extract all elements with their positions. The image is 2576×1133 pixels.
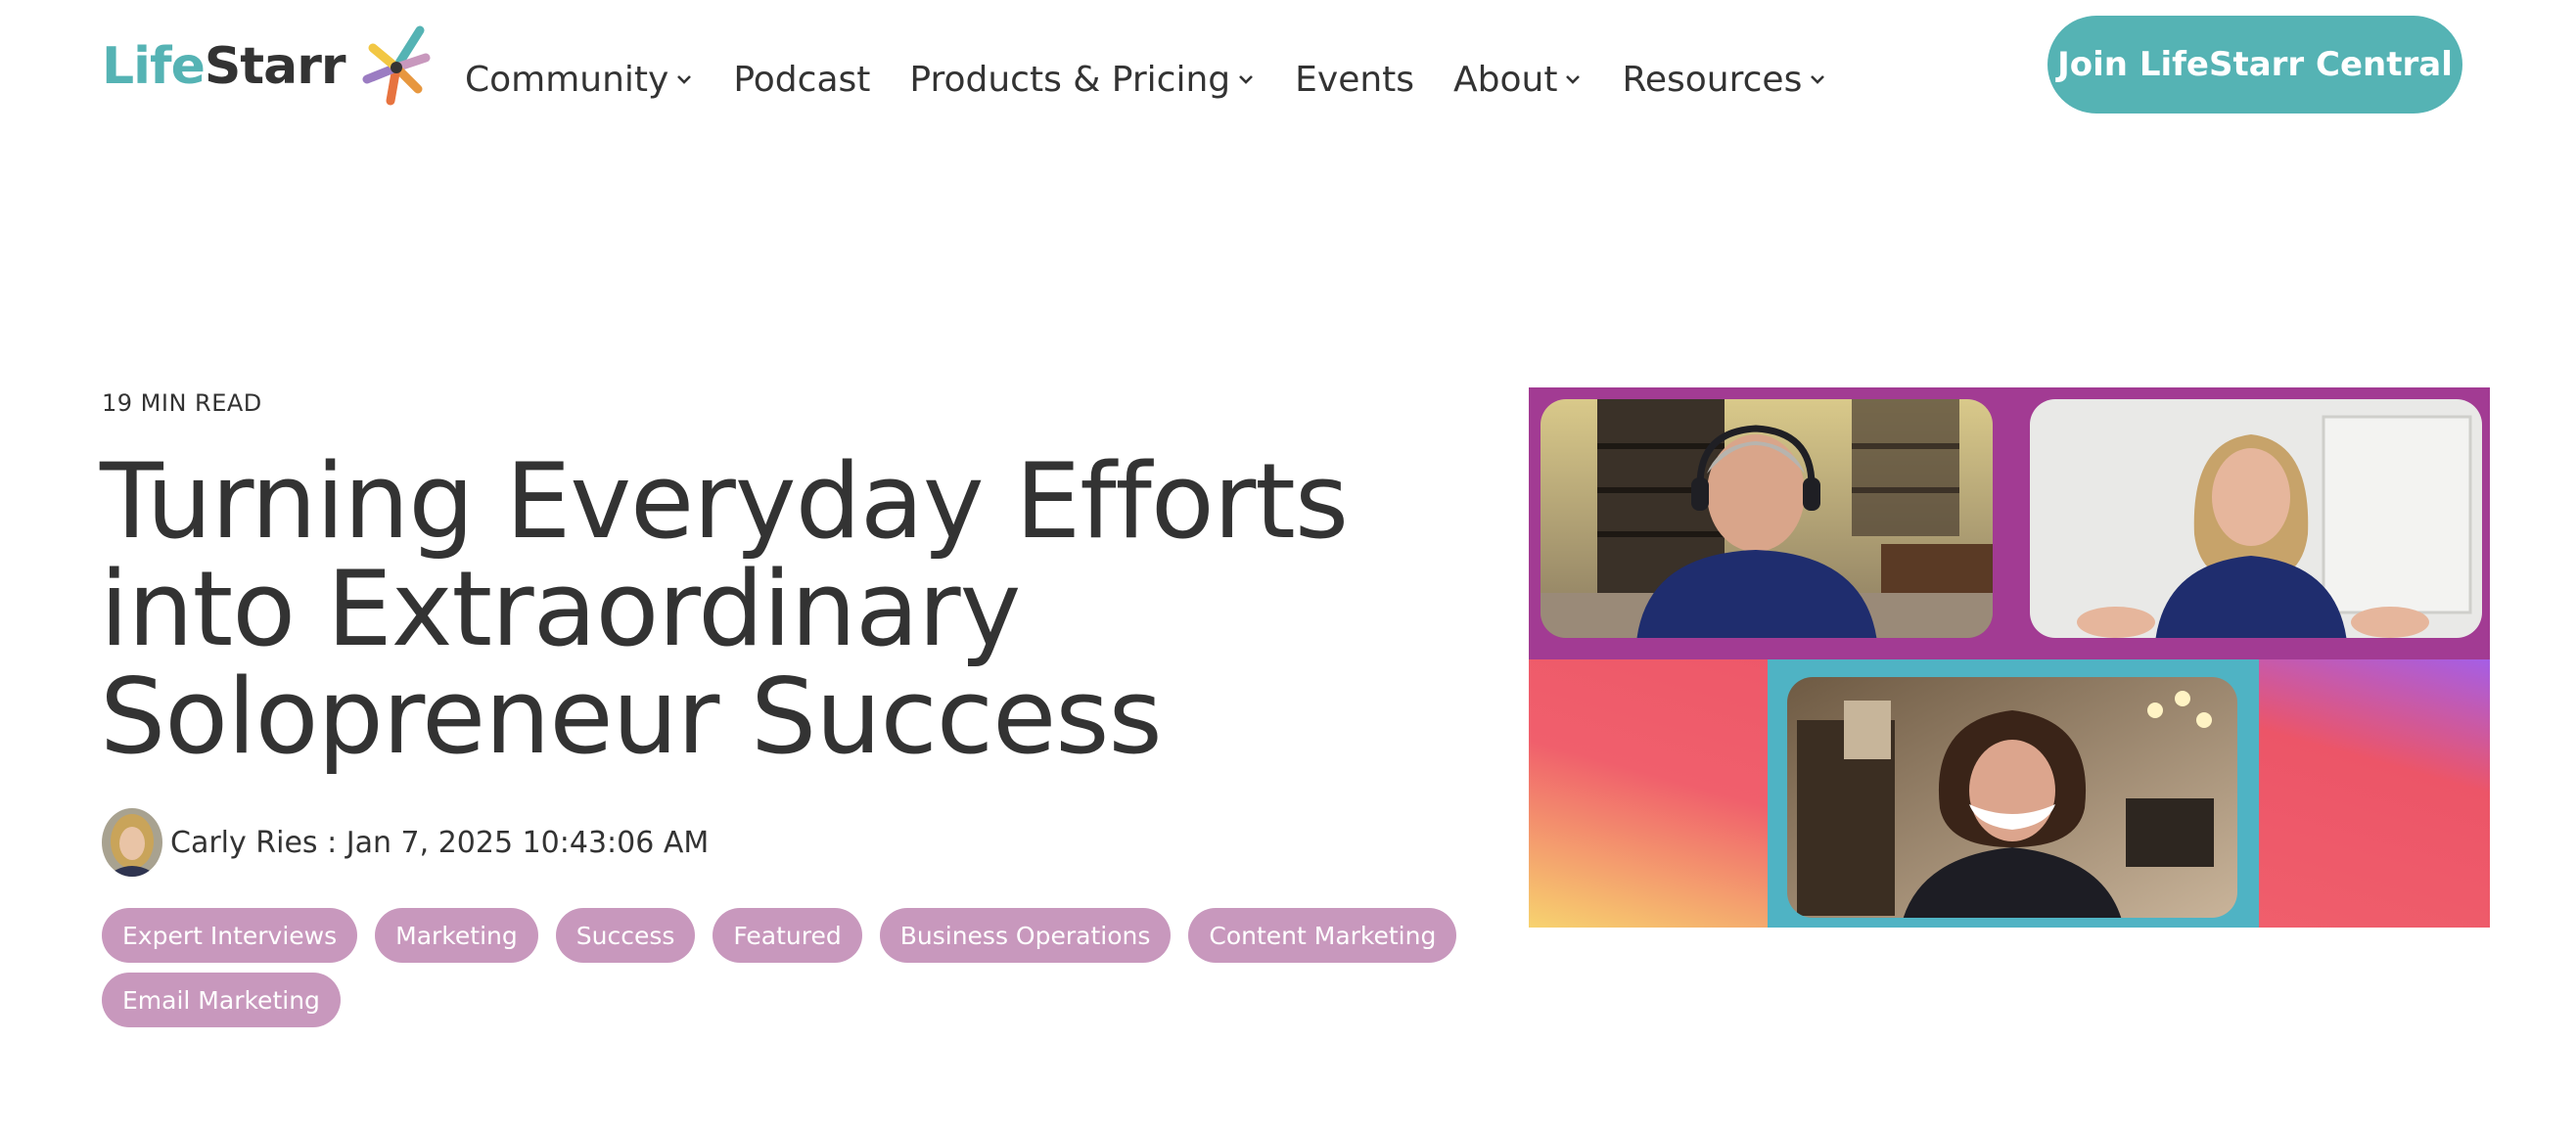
tag-featured[interactable]: Featured <box>713 908 862 963</box>
article-title: Turning Everyday Efforts into Extraordin… <box>100 441 1349 777</box>
logo-wordmark-starr: Starr <box>204 37 346 96</box>
logo-wordmark-life: Life <box>102 37 206 96</box>
chevron-down-icon <box>1811 75 1825 84</box>
main-nav: Community Podcast Products & Pricing Eve… <box>465 49 1866 110</box>
site-header: LifeStarr Community Podcast Products & P… <box>0 0 2576 147</box>
tag-expert-interviews[interactable]: Expert Interviews <box>102 908 358 963</box>
tag-business-operations[interactable]: Business Operations <box>879 908 1172 963</box>
nav-item-resources[interactable]: Resources <box>1622 60 1827 100</box>
article-byline: Carly Ries : Jan 7, 2025 10:43:06 AM <box>102 808 709 877</box>
nav-item-label: Community <box>465 59 669 100</box>
nav-item-label: Events <box>1295 59 1415 100</box>
tag-list: Expert Interviews Marketing Success Feat… <box>102 908 1492 1037</box>
nav-item-products-pricing[interactable]: Products & Pricing <box>909 60 1256 100</box>
video-call-participant-woman-blonde-icon <box>2030 399 2482 638</box>
join-lifestarr-central-button[interactable]: Join LifeStarr Central <box>2047 16 2462 113</box>
logo-wordmark: LifeStarr <box>102 37 346 96</box>
chevron-down-icon <box>1566 75 1581 84</box>
video-call-participant-man-icon <box>1541 399 1993 638</box>
nav-item-label: Products & Pricing <box>909 59 1231 100</box>
nav-item-label: Resources <box>1622 59 1803 100</box>
nav-item-label: Podcast <box>733 59 871 100</box>
video-call-participant-woman-curly-icon <box>1787 677 2237 918</box>
chevron-down-icon <box>1239 75 1254 84</box>
author-avatar <box>102 808 162 877</box>
starburst-logo-icon <box>362 25 431 106</box>
nav-item-community[interactable]: Community <box>465 60 694 100</box>
nav-item-events[interactable]: Events <box>1295 60 1414 100</box>
publish-date: Jan 7, 2025 10:43:06 AM <box>345 825 710 860</box>
nav-item-label: About <box>1453 59 1558 100</box>
byline-separator: : <box>317 825 346 860</box>
tag-marketing[interactable]: Marketing <box>375 908 538 963</box>
article-hero-image <box>1529 387 2490 928</box>
lifestarr-logo[interactable]: LifeStarr <box>102 22 436 112</box>
tag-email-marketing[interactable]: Email Marketing <box>102 973 341 1027</box>
tag-content-marketing[interactable]: Content Marketing <box>1188 908 1457 963</box>
author-name[interactable]: Carly Ries <box>170 826 318 860</box>
tag-success[interactable]: Success <box>555 908 696 963</box>
chevron-down-icon <box>677 75 692 84</box>
nav-item-podcast[interactable]: Podcast <box>733 60 870 100</box>
nav-item-about[interactable]: About <box>1453 60 1583 100</box>
read-time: 19 MIN READ <box>102 389 262 417</box>
